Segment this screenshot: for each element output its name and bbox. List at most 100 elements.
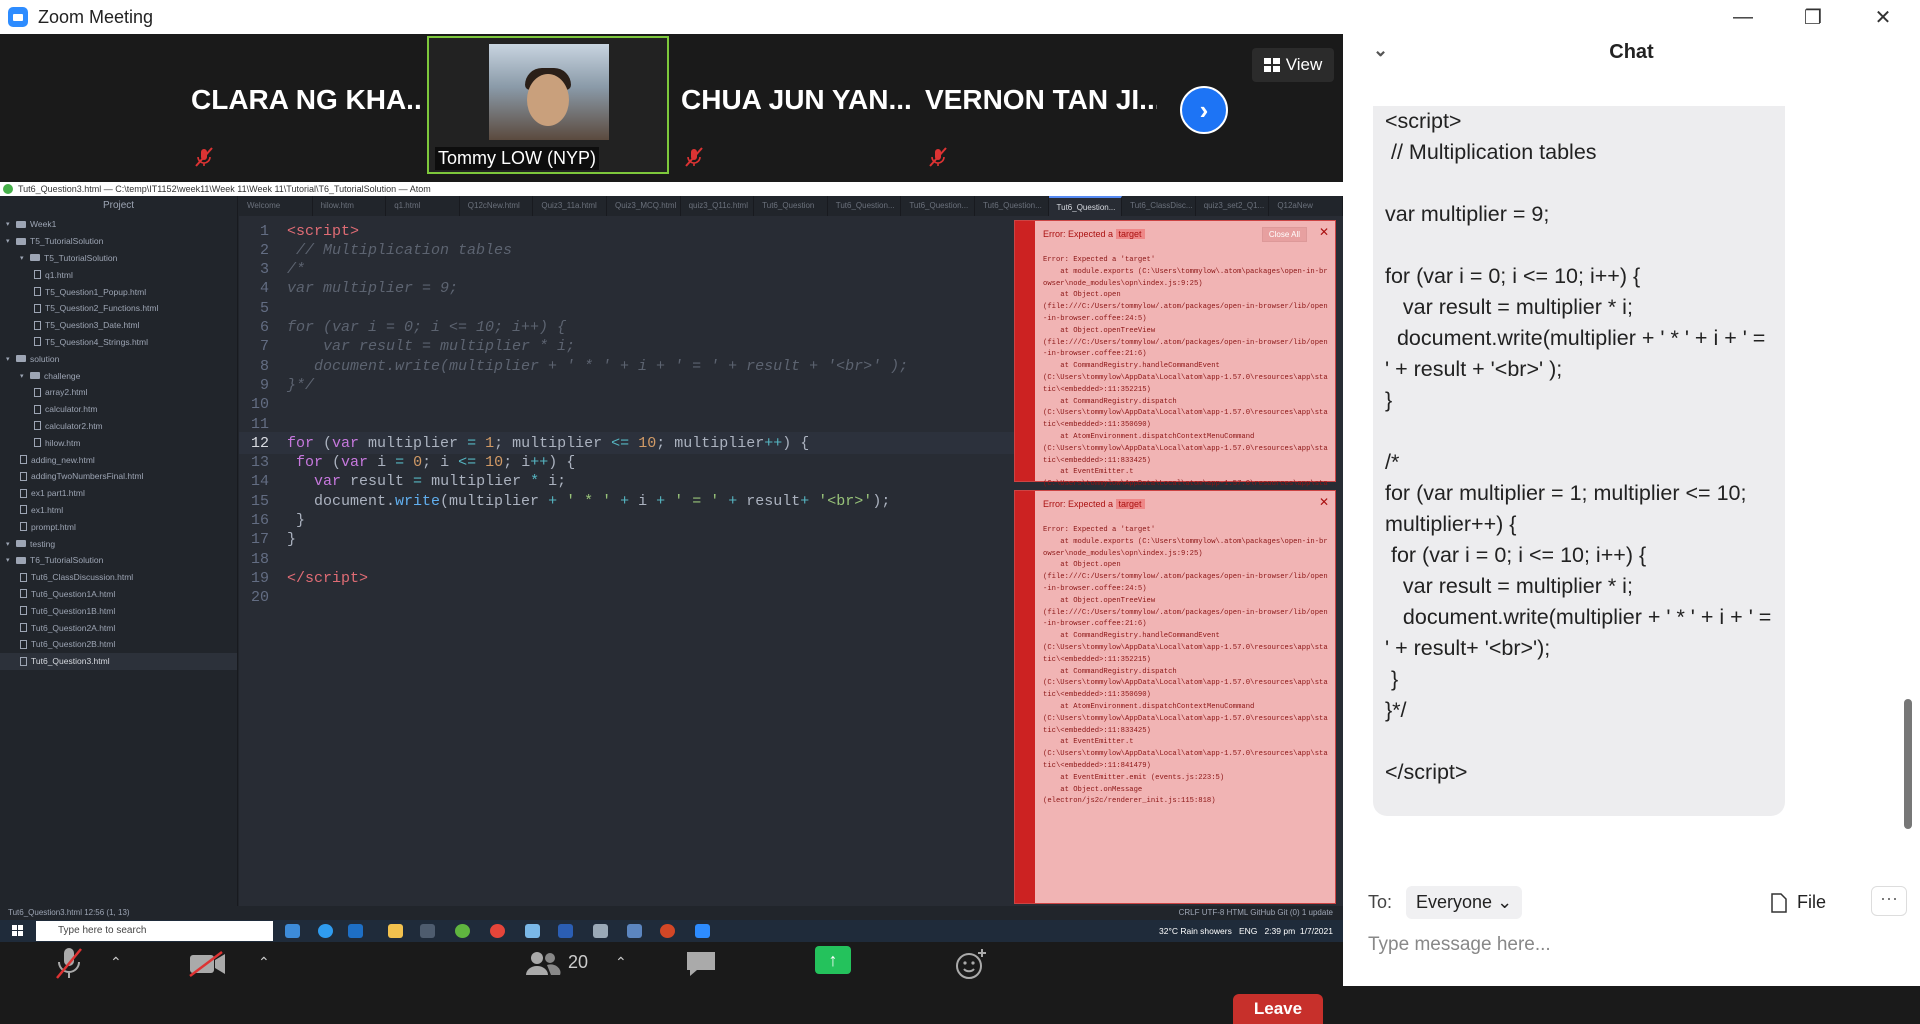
chevron-up-icon[interactable]: ⌃ [258, 954, 270, 971]
line-number: 6 [259, 319, 269, 336]
participant-tile[interactable]: CLARA NG KHA... [183, 36, 425, 174]
edge-icon[interactable] [318, 924, 333, 938]
editor-tab[interactable]: q1.html [386, 196, 460, 216]
minimize-button[interactable]: — [1713, 0, 1773, 34]
chat-message-input[interactable] [1368, 934, 1888, 956]
atom-app-icon[interactable] [455, 924, 470, 938]
zoom-taskbar-icon[interactable] [695, 924, 710, 938]
tree-file[interactable]: T5_Question3_Date.html [0, 317, 237, 334]
view-button[interactable]: View [1252, 48, 1334, 82]
tree-file[interactable]: array2.html [0, 384, 237, 401]
stop-video-icon[interactable] [188, 950, 228, 978]
reactions-icon[interactable] [955, 948, 987, 980]
error-bar [1015, 221, 1035, 481]
windows-start-icon[interactable] [12, 925, 24, 937]
mail-icon[interactable] [348, 924, 363, 938]
close-icon[interactable]: ✕ [1319, 495, 1329, 509]
editor-tab[interactable]: Q12aNew [1269, 196, 1343, 216]
chevron-up-icon[interactable]: ⌃ [615, 954, 627, 971]
app-icon[interactable] [525, 924, 540, 938]
store-icon[interactable] [420, 924, 435, 938]
next-page-button[interactable]: › [1180, 86, 1228, 134]
tree-folder[interactable]: ▾ challenge [0, 367, 237, 384]
editor-tab[interactable]: Tut6_Question [754, 196, 828, 216]
editor-tab[interactable]: Quiz3_MCQ.html [607, 196, 681, 216]
editor-tab[interactable]: quiz3_Q11c.html [681, 196, 755, 216]
tree-folder[interactable]: ▾ Week1 [0, 216, 237, 233]
calculator-icon[interactable] [627, 924, 642, 938]
line-number: 13 [250, 454, 269, 472]
chevron-up-icon[interactable]: ⌃ [110, 954, 122, 971]
restore-button[interactable]: ❐ [1783, 0, 1843, 34]
editor-tab[interactable]: quiz3_set2_Q1... [1196, 196, 1270, 216]
tree-file[interactable]: Tut6_ClassDiscussion.html [0, 569, 237, 586]
error-notification[interactable]: Error: Expected a target Close All ✕ Err… [1014, 220, 1336, 535]
editor-tab[interactable]: Tut6_Question... [901, 196, 975, 216]
tree-file[interactable]: T5_Question1_Popup.html [0, 283, 237, 300]
chevron-down-icon[interactable]: ⌄ [1373, 40, 1388, 61]
participant-tile[interactable]: VERNON TAN JI... [917, 36, 1159, 174]
chat-message-line: /* [1385, 450, 1400, 474]
tree-file[interactable]: addingTwoNumbersFinal.html [0, 468, 237, 485]
file-button[interactable]: File [1771, 892, 1826, 913]
more-options-button[interactable]: ··· [1871, 886, 1907, 916]
editor-tab[interactable]: hilow.htm [313, 196, 387, 216]
folder-icon[interactable] [388, 924, 403, 938]
mute-mic-icon[interactable] [54, 946, 84, 982]
tree-folder[interactable]: ▾ T5_TutorialSolution [0, 250, 237, 267]
app-icon[interactable] [593, 924, 608, 938]
file-icon [20, 656, 27, 666]
lang-text: ENG [1238, 926, 1258, 936]
tree-file[interactable]: Tut6_Question2A.html [0, 619, 237, 636]
editor-tab[interactable]: Tut6_Question... [1048, 196, 1123, 216]
tree-file[interactable]: Tut6_Question1B.html [0, 602, 237, 619]
tree-file[interactable]: adding_new.html [0, 451, 237, 468]
tree-file[interactable]: calculator2.htm [0, 418, 237, 435]
code-line[interactable]: 20 [239, 587, 1014, 609]
recipient-select[interactable]: Everyone ⌄ [1406, 886, 1523, 919]
close-button[interactable]: ✕ [1853, 0, 1913, 34]
editor-tab[interactable]: Tut6_ClassDisc... [1122, 196, 1196, 216]
tree-file[interactable]: Tut6_Question3.html [0, 652, 237, 670]
line-number: 7 [259, 338, 269, 356]
editor-tab[interactable]: Tut6_Question... [975, 196, 1049, 216]
share-screen-button[interactable]: ↑ [815, 946, 851, 974]
taskview-icon[interactable] [285, 924, 300, 938]
participants-icon[interactable] [525, 950, 561, 976]
editor-tab[interactable]: Welcome [239, 196, 313, 216]
editor-tab[interactable]: Quiz3_11a.html [533, 196, 607, 216]
tree-file[interactable]: ex1 part1.html [0, 485, 237, 502]
tree-file[interactable]: calculator.htm [0, 401, 237, 418]
chrome-icon[interactable] [490, 924, 505, 938]
tree-folder[interactable]: ▾ solution [0, 350, 237, 367]
error-notification[interactable]: Error: Expected a target ✕ Error: Expect… [1014, 490, 1336, 904]
code-editor[interactable]: 1 <script> 2 // Multiplication tables 3/* 4 v… [239, 216, 1014, 906]
taskbar-search[interactable]: Type here to search [36, 921, 273, 941]
tree-folder[interactable]: ▾ testing [0, 535, 237, 552]
tree-folder[interactable]: ▾ T6_TutorialSolution [0, 552, 237, 569]
chat-scrollbar[interactable] [1904, 699, 1912, 829]
editor-tab[interactable]: Tut6_Question... [828, 196, 902, 216]
leave-button[interactable]: Leave [1233, 994, 1323, 1024]
editor-tab[interactable]: Q12cNew.html [460, 196, 534, 216]
tree-file[interactable]: Tut6_Question2B.html [0, 636, 237, 653]
tree-file[interactable]: Tut6_Question1A.html [0, 586, 237, 603]
tree-file[interactable]: q1.html [0, 266, 237, 283]
tree-file[interactable]: hilow.htm [0, 434, 237, 451]
chat-icon[interactable] [685, 950, 717, 978]
participant-tile-active[interactable]: Tommy LOW (NYP) [427, 36, 669, 174]
tree-file[interactable]: ex1.html [0, 502, 237, 519]
word-icon[interactable] [558, 924, 573, 938]
tree-item-label: prompt.html [31, 521, 76, 532]
powerpoint-icon[interactable] [660, 924, 675, 938]
chat-message[interactable]: <script> // Multiplication tables var mu… [1373, 106, 1785, 816]
tree-file[interactable]: T5_Question4_Strings.html [0, 334, 237, 351]
participant-tile[interactable]: CHUA JUN YAN... [673, 36, 915, 174]
tree-item-label: T5_Question3_Date.html [45, 320, 140, 331]
line-number: 9 [259, 376, 269, 394]
tree-file[interactable]: T5_Question2_Functions.html [0, 300, 237, 317]
tree-file[interactable]: prompt.html [0, 518, 237, 535]
tree-folder[interactable]: ▾ T5_TutorialSolution [0, 233, 237, 250]
close-icon[interactable]: ✕ [1319, 225, 1329, 239]
close-all-button[interactable]: Close All [1261, 227, 1307, 242]
